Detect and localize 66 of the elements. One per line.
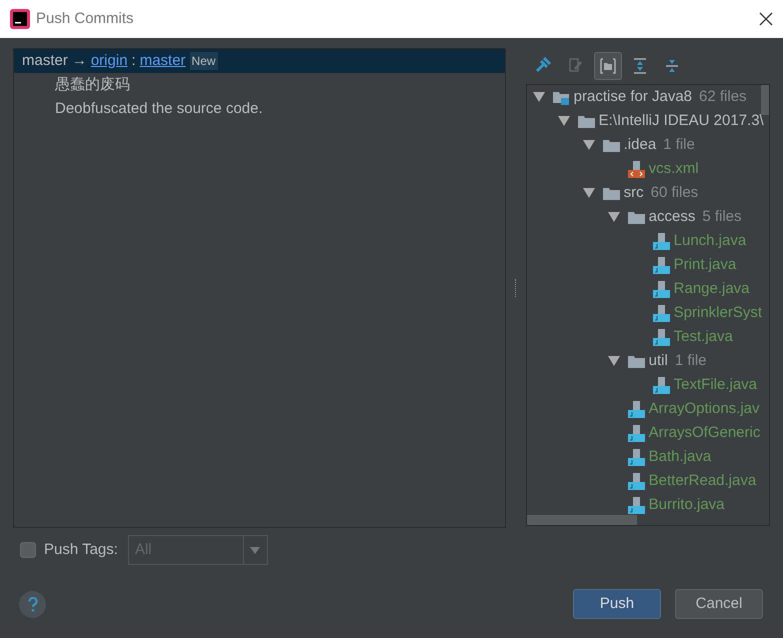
java-file-icon <box>652 280 670 298</box>
file-count: 1 file <box>663 134 695 155</box>
arrow-symbol: → <box>72 50 87 71</box>
folder-group-button[interactable] <box>594 52 622 80</box>
file-name[interactable]: BetterRead.java <box>648 470 756 492</box>
app-logo-icon <box>10 9 30 29</box>
file-name[interactable]: Print.java <box>674 254 736 276</box>
java-file-icon <box>628 496 645 514</box>
java-file-icon <box>652 232 670 250</box>
java-file-icon <box>628 472 645 490</box>
close-icon[interactable] <box>759 12 773 26</box>
expanded-arrow-icon[interactable] <box>608 212 620 222</box>
java-file-icon <box>628 424 645 442</box>
file-name[interactable]: ArraysOfGeneric <box>648 422 760 444</box>
folder-name[interactable]: access <box>648 206 696 228</box>
file-name[interactable]: Bath.java <box>648 446 712 468</box>
cancel-button[interactable]: Cancel <box>675 589 763 619</box>
java-file-icon <box>628 400 645 418</box>
expanded-arrow-icon[interactable] <box>608 356 620 366</box>
vertical-scrollbar[interactable] <box>761 85 769 115</box>
file-name[interactable]: Burrito.java <box>648 494 725 516</box>
xml-file-icon <box>628 160 645 178</box>
new-badge: New <box>190 52 218 70</box>
file-count: 5 files <box>702 206 742 227</box>
file-name[interactable]: vcs.xml <box>648 158 699 180</box>
file-count: 62 files <box>699 86 747 107</box>
expanded-arrow-icon[interactable] <box>558 116 570 126</box>
question-mark-icon <box>28 596 38 612</box>
folder-group-icon <box>598 57 617 75</box>
file-name[interactable]: Range.java <box>674 278 750 300</box>
remote-link[interactable]: origin <box>90 50 128 72</box>
folder-name[interactable]: E:\IntelliJ IDEAU 2017.3\ <box>598 110 764 132</box>
file-count: 60 files <box>650 182 698 203</box>
push-tags-label: Push Tags: <box>44 540 118 560</box>
splitter-handle[interactable] <box>514 279 517 297</box>
folder-name[interactable]: .idea <box>624 134 656 156</box>
push-button[interactable]: Push <box>573 589 661 619</box>
file-count: 1 file <box>674 350 707 371</box>
push-target-row[interactable]: master → origin : master New <box>14 49 505 73</box>
file-name[interactable]: ArrayOptions.jav <box>648 398 760 420</box>
file-name[interactable]: TextFile.java <box>674 374 758 396</box>
java-file-icon <box>628 448 645 466</box>
folder-name[interactable]: util <box>648 350 668 372</box>
java-file-icon <box>652 256 670 274</box>
edit-icon <box>566 57 585 75</box>
java-file-icon <box>652 304 670 322</box>
java-file-icon <box>652 328 670 346</box>
expanded-arrow-icon[interactable] <box>582 188 595 198</box>
help-button[interactable] <box>18 590 47 618</box>
expanded-arrow-icon[interactable] <box>582 140 595 150</box>
folder-name[interactable]: src <box>624 182 644 204</box>
remote-branch-link[interactable]: master <box>140 50 186 72</box>
push-tags-checkbox[interactable] <box>20 542 36 558</box>
expanded-arrow-icon[interactable] <box>532 92 545 102</box>
separator-text: : <box>132 50 136 71</box>
horizontal-scrollbar[interactable] <box>526 515 637 525</box>
java-file-icon <box>652 376 670 394</box>
dropdown-caret-icon <box>250 546 260 554</box>
file-name[interactable]: SprinklerSyst <box>674 302 762 324</box>
commit-message[interactable]: Deobfuscated the source code. <box>14 97 505 121</box>
file-name[interactable]: Test.java <box>674 326 733 348</box>
branch-name: master <box>22 50 68 71</box>
window-title: Push Commits <box>36 8 134 29</box>
commit-message[interactable]: 愚蠢的废码 <box>14 73 505 97</box>
folder-name[interactable]: practise for Java8 <box>574 86 692 108</box>
file-name[interactable]: Lunch.java <box>674 230 746 252</box>
